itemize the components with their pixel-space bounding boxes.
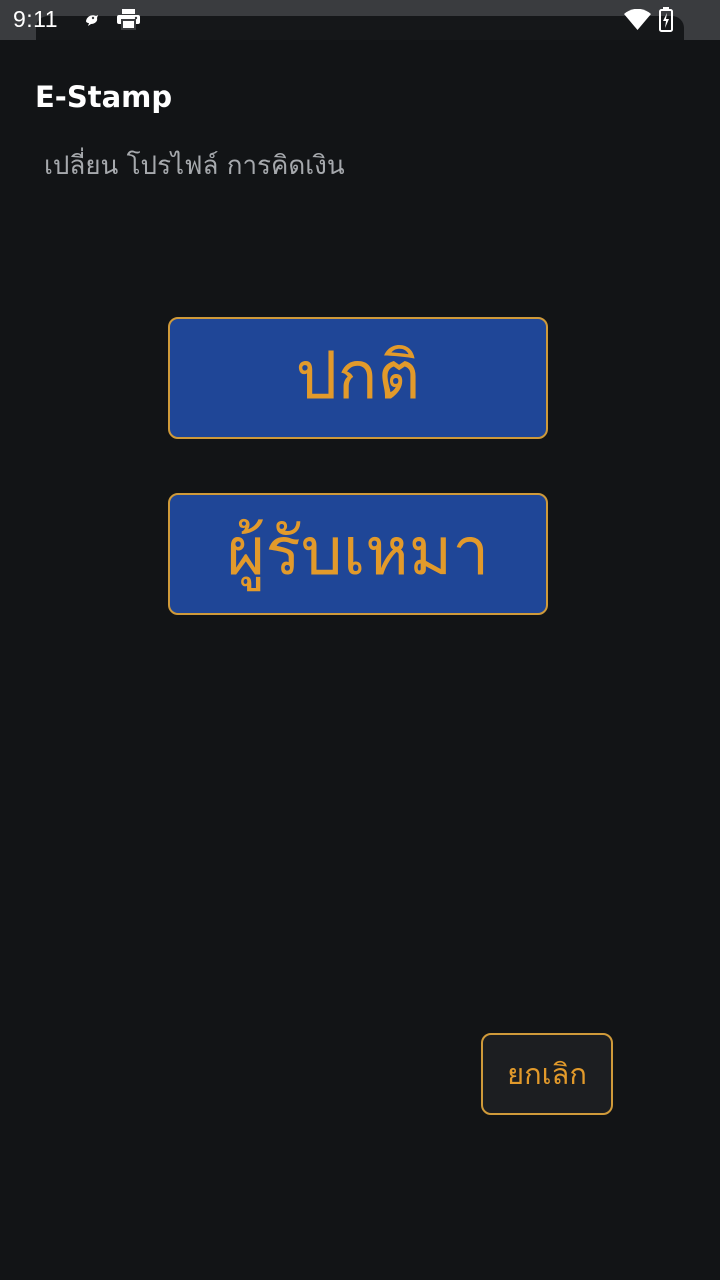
- status-bar: 9:11: [0, 0, 720, 40]
- screen: 9:11 E-Stamp เปลี่ยน โปรไฟล์ การคิดเงิน …: [0, 0, 720, 1280]
- status-time: 9:11: [13, 6, 59, 32]
- cancel-label: ยกเลิก: [507, 1057, 587, 1091]
- page-title: E-Stamp: [35, 80, 173, 114]
- print-icon: [117, 9, 140, 30]
- contractor-option-label: ผู้รับเหมา: [226, 512, 490, 590]
- normal-option-label: ปกติ: [295, 336, 421, 414]
- page-subtitle: เปลี่ยน โปรไฟล์ การคิดเงิน: [44, 151, 345, 181]
- wifi-icon: [624, 9, 651, 30]
- notification-icon: [86, 15, 98, 26]
- battery-charging-icon: [659, 7, 673, 32]
- cancel-button[interactable]: ยกเลิก: [481, 1033, 613, 1115]
- normal-option-button[interactable]: ปกติ: [168, 317, 548, 439]
- contractor-option-button[interactable]: ผู้รับเหมา: [168, 493, 548, 615]
